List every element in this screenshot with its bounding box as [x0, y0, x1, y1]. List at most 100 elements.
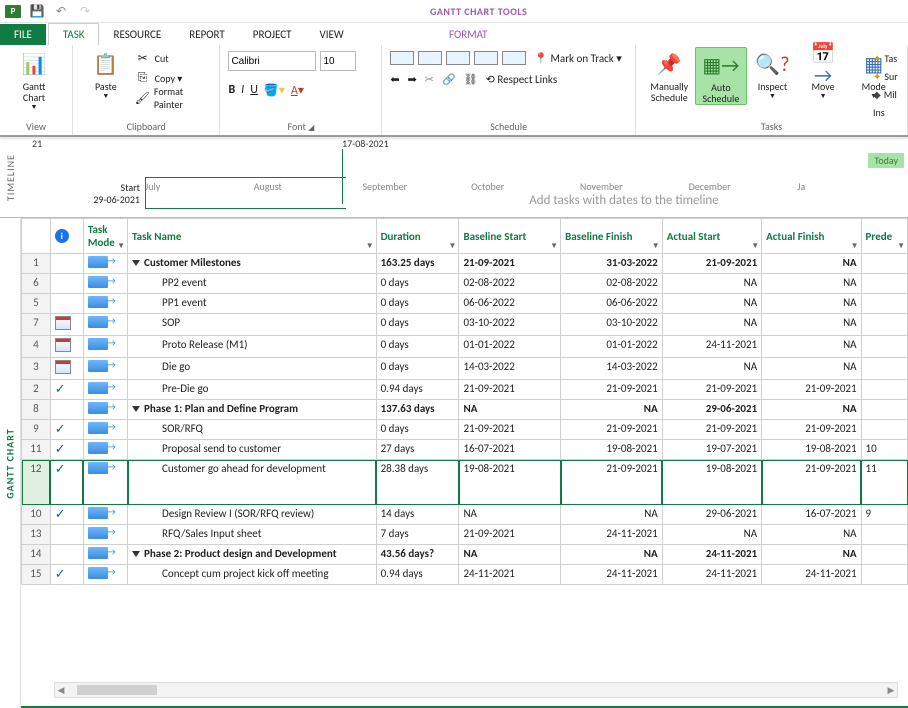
actual-start-cell[interactable]: 24-11-2021: [662, 545, 761, 565]
actual-start-cell[interactable]: 21-09-2021: [662, 254, 761, 274]
duration-cell[interactable]: 0 days: [376, 420, 459, 440]
actual-finish-cell[interactable]: NA: [762, 525, 861, 545]
actual-finish-cell[interactable]: NA: [762, 358, 861, 380]
baseline-finish-cell[interactable]: 21-09-2021: [561, 420, 663, 440]
col-baseline-start[interactable]: Baseline Start▼: [459, 219, 561, 254]
task-name-cell[interactable]: SOP: [128, 314, 377, 336]
row-number[interactable]: 1: [22, 254, 51, 274]
actual-start-cell[interactable]: 19-07-2021: [662, 440, 761, 460]
undo-icon[interactable]: ↶: [52, 2, 70, 20]
duration-cell[interactable]: 0.94 days: [376, 380, 459, 400]
duration-cell[interactable]: 137.63 days: [376, 400, 459, 420]
task-mode-cell[interactable]: [83, 380, 127, 400]
actual-start-cell[interactable]: 24-11-2021: [662, 565, 761, 585]
predecessors-cell[interactable]: [861, 274, 907, 294]
baseline-finish-cell[interactable]: 19-08-2021: [561, 440, 663, 460]
table-row[interactable]: 8Phase 1: Plan and Define Program137.63 …: [22, 400, 908, 420]
duration-cell[interactable]: 0 days: [376, 274, 459, 294]
task-name-cell[interactable]: Die go: [128, 358, 377, 380]
col-actual-finish[interactable]: Actual Finish▼: [762, 219, 861, 254]
task-mode-cell[interactable]: [83, 420, 127, 440]
collapse-icon[interactable]: [132, 406, 140, 412]
baseline-finish-cell[interactable]: NA: [561, 545, 663, 565]
task-overflow[interactable]: ✦Tas: [873, 49, 908, 67]
task-name-cell[interactable]: PP2 event: [128, 274, 377, 294]
baseline-finish-cell[interactable]: 03-10-2022: [561, 314, 663, 336]
task-name-cell[interactable]: Pre-Die go: [128, 380, 377, 400]
actual-finish-cell[interactable]: 16-07-2021: [762, 505, 861, 525]
cut-button[interactable]: ✂Cut: [135, 49, 212, 67]
predecessors-cell[interactable]: [861, 525, 907, 545]
actual-start-cell[interactable]: NA: [662, 525, 761, 545]
table-row[interactable]: 7SOP0 days03-10-202203-10-2022NANA: [22, 314, 908, 336]
task-mode-cell[interactable]: [83, 545, 127, 565]
task-mode-cell[interactable]: [83, 294, 127, 314]
table-row[interactable]: 11✓Proposal send to customer27 days16-07…: [22, 440, 908, 460]
table-row[interactable]: 15✓Concept cum project kick off meeting0…: [22, 565, 908, 585]
tab-resource[interactable]: RESOURCE: [99, 24, 175, 45]
font-name-select[interactable]: [228, 51, 316, 71]
actual-start-cell[interactable]: 24-11-2021: [662, 336, 761, 358]
unlink-button[interactable]: ⛓: [464, 73, 478, 86]
baseline-start-cell[interactable]: 16-07-2021: [459, 440, 561, 460]
baseline-finish-cell[interactable]: 14-03-2022: [561, 358, 663, 380]
table-row[interactable]: 10✓Design Review I (SOR/RFQ review)14 da…: [22, 505, 908, 525]
table-row[interactable]: 14Phase 2: Product design and Developmen…: [22, 545, 908, 565]
respect-links-button[interactable]: ⟲ Respect Links: [486, 73, 557, 86]
baseline-start-cell[interactable]: 19-08-2021: [459, 460, 561, 505]
paste-button[interactable]: 📋 Paste ▼: [81, 47, 131, 100]
task-name-cell[interactable]: Phase 1: Plan and Define Program: [128, 400, 377, 420]
table-row[interactable]: 5PP1 event0 days06-06-202206-06-2022NANA: [22, 294, 908, 314]
duration-cell[interactable]: 27 days: [376, 440, 459, 460]
horizontal-scrollbar[interactable]: ◀▶: [54, 682, 898, 698]
col-task-name[interactable]: Task Name▼: [128, 219, 377, 254]
baseline-start-cell[interactable]: NA: [459, 505, 561, 525]
predecessors-cell[interactable]: [861, 400, 907, 420]
task-name-cell[interactable]: RFQ/Sales Input sheet: [128, 525, 377, 545]
manually-schedule-button[interactable]: 📌 Manually Schedule: [644, 47, 695, 103]
actual-start-cell[interactable]: 29-06-2021: [662, 505, 761, 525]
actual-finish-cell[interactable]: NA: [762, 314, 861, 336]
row-number[interactable]: 6: [22, 274, 51, 294]
actual-start-cell[interactable]: NA: [662, 314, 761, 336]
predecessors-cell[interactable]: 9: [861, 505, 907, 525]
actual-finish-cell[interactable]: NA: [762, 254, 861, 274]
baseline-finish-cell[interactable]: 02-08-2022: [561, 274, 663, 294]
task-name-cell[interactable]: Concept cum project kick off meeting: [128, 565, 377, 585]
predecessors-cell[interactable]: [861, 254, 907, 274]
actual-finish-cell[interactable]: 21-09-2021: [762, 420, 861, 440]
auto-schedule-button[interactable]: ▦→ Auto Schedule: [695, 47, 748, 105]
task-name-cell[interactable]: Phase 2: Product design and Development: [128, 545, 377, 565]
task-mode-cell[interactable]: [83, 336, 127, 358]
font-size-select[interactable]: [320, 51, 356, 71]
format-painter-button[interactable]: 🖌Format Painter: [135, 89, 212, 107]
task-mode-cell[interactable]: [83, 254, 127, 274]
row-number[interactable]: 12: [22, 460, 51, 505]
predecessors-cell[interactable]: [861, 545, 907, 565]
bold-button[interactable]: B: [228, 83, 235, 98]
col-info[interactable]: i: [50, 219, 83, 254]
task-name-cell[interactable]: Customer Milestones: [128, 254, 377, 274]
duration-cell[interactable]: 0 days: [376, 358, 459, 380]
mark-on-track-button[interactable]: 📍 Mark on Track ▾: [534, 52, 621, 65]
duration-cell[interactable]: 14 days: [376, 505, 459, 525]
col-task-mode[interactable]: Task Mode▼: [83, 219, 127, 254]
tab-format[interactable]: FORMAT: [435, 24, 501, 45]
predecessors-cell[interactable]: [861, 294, 907, 314]
baseline-finish-cell[interactable]: 24-11-2021: [561, 565, 663, 585]
baseline-finish-cell[interactable]: 06-06-2022: [561, 294, 663, 314]
table-row[interactable]: 6PP2 event0 days02-08-202202-08-2022NANA: [22, 274, 908, 294]
task-name-cell[interactable]: Proposal send to customer: [128, 440, 377, 460]
baseline-finish-cell[interactable]: 24-11-2021: [561, 525, 663, 545]
col-actual-start[interactable]: Actual Start▼: [662, 219, 761, 254]
font-color-button[interactable]: A▾: [291, 83, 304, 98]
actual-finish-cell[interactable]: NA: [762, 336, 861, 358]
actual-finish-cell[interactable]: NA: [762, 274, 861, 294]
baseline-start-cell[interactable]: 21-09-2021: [459, 420, 561, 440]
italic-button[interactable]: I: [241, 83, 244, 98]
col-duration[interactable]: Duration▼: [376, 219, 459, 254]
duration-cell[interactable]: 0 days: [376, 336, 459, 358]
predecessors-cell[interactable]: [861, 314, 907, 336]
tab-report[interactable]: REPORT: [175, 24, 239, 45]
actual-finish-cell[interactable]: 21-09-2021: [762, 380, 861, 400]
